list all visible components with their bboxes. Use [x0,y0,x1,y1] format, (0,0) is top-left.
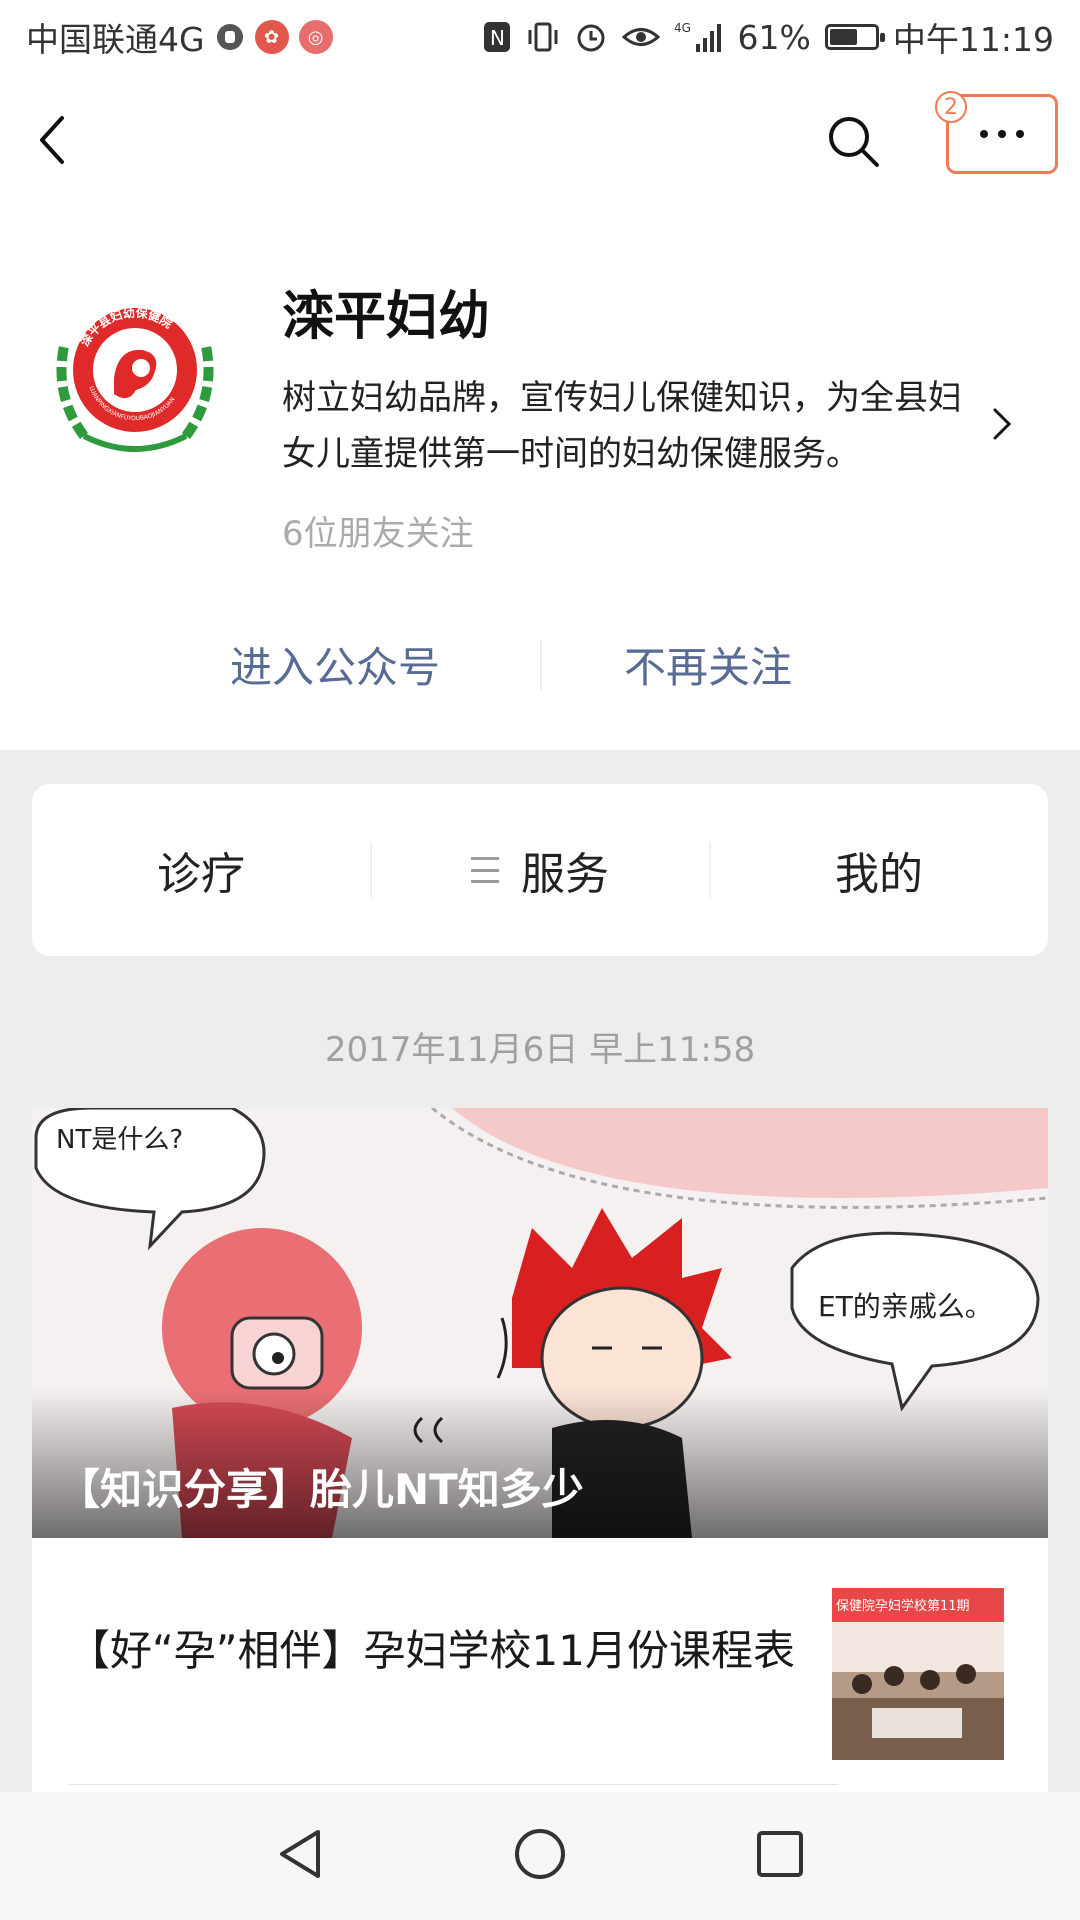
chevron-right-icon[interactable] [990,404,1014,444]
account-menu-bar: 诊疗 服务 我的 [32,784,1048,956]
svg-text:NT是什么?: NT是什么? [56,1125,183,1155]
cover-article-title: 【知识分享】胎儿NT知多少 [58,1465,584,1514]
sub-article-title: 【好“孕”相伴】孕妇学校11月份课程表 [68,1626,795,1675]
svg-text:N: N [490,26,505,50]
action-divider [540,640,542,690]
menu-item-label: 服务 [521,849,609,900]
status-bar: 中国联通4G ✿ ◎ N 4G 61% 中午11:19 [0,0,1080,74]
more-badge: 2 [935,91,967,123]
eye-icon [621,28,660,46]
hand-icon [216,24,243,50]
recents-square-icon[interactable] [748,1822,812,1886]
account-description[interactable]: 树立妇幼品牌，宣传妇儿保健知识，为全县妇女儿童提供第一时间的妇幼保健服务。 [282,370,982,482]
menu-item-diagnosis[interactable]: 诊疗 [32,784,370,956]
account-profile-section: 2 滦平县妇幼保健院 LUANPINGXIANFUYOUBAOJIANYUAN … [0,74,1080,750]
back-triangle-icon[interactable] [268,1822,332,1886]
account-name: 滦平妇幼 [282,287,491,347]
menu-item-label: 诊疗 [157,849,245,900]
clock: 中午11:19 [892,20,1054,59]
svg-text:保健院孕妇学校第11期: 保健院孕妇学校第11期 [836,1598,970,1614]
search-icon[interactable] [822,110,884,172]
more-options-button[interactable]: 2 [935,91,1058,174]
sub-article-item[interactable]: 【好“孕”相伴】孕妇学校11月份课程表 保健院孕妇学校第11期 [32,1538,1048,1788]
classroom-photo: 保健院孕妇学校第11期 [832,1588,1004,1760]
enter-account-button[interactable]: 进入公众号 [230,614,440,714]
chevron-left-icon[interactable] [30,110,74,170]
app-icon-red: ✿ [254,20,289,54]
svg-text:4G: 4G [674,21,691,35]
carrier-label: 中国联通4G [26,20,205,59]
menu-item-mine[interactable]: 我的 [710,784,1048,956]
sub-article-divider [68,1784,838,1785]
alarm-icon [577,24,605,52]
account-logo[interactable]: 滦平县妇幼保健院 LUANPINGXIANFUYOUBAOJIANYUAN [44,286,226,468]
home-circle-icon[interactable] [508,1822,572,1886]
menu-list-icon [471,857,499,883]
system-navigation-bar [0,1792,1080,1920]
nfc-icon: N [483,22,510,52]
cover-article[interactable]: NT是什么? ET的亲戚么。 【知识分享】胎儿NT知多少 [32,1108,1048,1538]
vibrate-icon [528,22,558,52]
menu-item-label: 我的 [835,849,923,900]
message-timestamp: 2017年11月6日 早上11:58 [324,1030,756,1070]
svg-text:ET的亲戚么。: ET的亲戚么。 [818,1290,993,1323]
app-icon-pink: ◎ [298,20,333,54]
unfollow-button[interactable]: 不再关注 [624,614,792,714]
action-row: 进入公众号 不再关注 [0,614,1080,714]
menu-item-services[interactable]: 服务 [371,784,709,956]
sub-article-thumbnail: 保健院孕妇学校第11期 [832,1588,1004,1760]
battery-fill [829,29,857,45]
signal-icon: 4G [674,21,721,52]
followers-count: 6位朋友关注 [282,514,474,554]
more-dots-icon [980,130,1024,138]
battery-percent: 61% [737,17,811,57]
battery-icon [824,24,885,50]
